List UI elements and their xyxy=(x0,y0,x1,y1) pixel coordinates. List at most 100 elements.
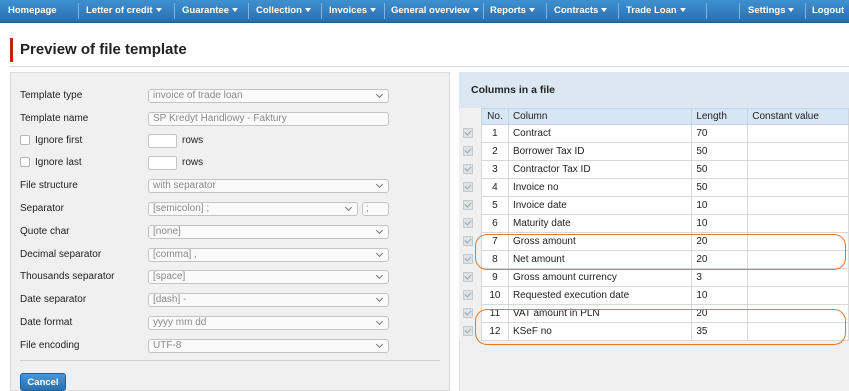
checkmark-icon xyxy=(463,326,473,337)
page-title: Preview of file template xyxy=(20,41,187,58)
row-no: 11 xyxy=(480,304,509,323)
row-no: 6 xyxy=(480,214,509,233)
checkmark-icon xyxy=(463,164,473,175)
chevron-down-icon xyxy=(528,8,535,13)
nav-letter-of-credit[interactable]: Letter of credit xyxy=(86,0,162,22)
decimal-separator-select[interactable]: [comma] , xyxy=(148,248,389,262)
top-nav: Homepage Letter of credit Guarantee Coll… xyxy=(0,0,849,23)
row-checkbox[interactable] xyxy=(459,304,482,323)
row-checkbox[interactable] xyxy=(459,322,482,341)
nav-contracts[interactable]: Contracts xyxy=(554,0,608,22)
table-row: 9 Gross amount currency 3 xyxy=(459,268,849,287)
date-separator-select[interactable]: [dash] - xyxy=(148,293,389,307)
table-row: 3 Contractor Tax ID 50 xyxy=(459,160,849,179)
nav-separator xyxy=(546,3,547,19)
row-column-name: Maturity date xyxy=(507,214,693,233)
template-name-input[interactable]: SP Kredyt Handlowy - Faktury xyxy=(148,112,389,126)
template-name-label: Template name xyxy=(20,113,89,124)
nav-separator xyxy=(483,3,484,19)
ignore-last-checkbox[interactable] xyxy=(20,157,30,167)
checkmark-icon xyxy=(463,272,473,283)
custom-separator-input[interactable]: ; xyxy=(362,202,389,216)
chevron-down-icon xyxy=(344,203,353,212)
nav-separator xyxy=(78,3,79,19)
chevron-down-icon xyxy=(232,8,238,13)
row-column-name: Gross amount currency xyxy=(507,268,693,287)
row-column-name: VAT amount in PLN xyxy=(507,304,693,323)
nav-reports[interactable]: Reports xyxy=(490,0,535,22)
row-constant-value xyxy=(747,304,849,323)
row-length: 50 xyxy=(691,178,749,197)
nav-general-overview[interactable]: General overview xyxy=(391,0,479,22)
row-length: 10 xyxy=(691,214,749,233)
row-no: 10 xyxy=(480,286,509,305)
thousands-separator-select[interactable]: [space] xyxy=(148,270,389,284)
date-format-select[interactable]: yyyy mm dd xyxy=(148,316,389,330)
chevron-down-icon xyxy=(370,8,377,13)
table-row: 12 KSeF no 35 xyxy=(459,322,849,341)
thousands-separator-label: Thousands separator xyxy=(20,271,115,282)
columns-table-body: 1 Contract 70 2 Borrower Tax ID 50 3 Contractor… xyxy=(459,124,849,341)
row-checkbox[interactable] xyxy=(459,250,482,269)
quote-char-select[interactable]: [none] xyxy=(148,225,389,239)
ignore-first-label: Ignore first xyxy=(35,135,83,146)
template-type-select[interactable]: invoice of trade loan xyxy=(148,89,389,103)
row-checkbox[interactable] xyxy=(459,178,482,197)
row-length: 35 xyxy=(691,322,749,341)
quote-char-label: Quote char xyxy=(20,226,70,237)
checkmark-icon xyxy=(463,182,473,193)
separator-select[interactable]: [semicolon] ; xyxy=(148,202,358,216)
nav-invoices[interactable]: Invoices xyxy=(329,0,377,22)
row-length: 20 xyxy=(691,250,749,269)
nav-trade-loan[interactable]: Trade Loan xyxy=(626,0,686,22)
row-checkbox[interactable] xyxy=(459,124,482,143)
row-length: 10 xyxy=(691,196,749,215)
nav-settings[interactable]: Settings xyxy=(748,0,795,22)
row-no: 12 xyxy=(480,322,509,341)
row-constant-value xyxy=(747,142,849,161)
chevron-down-icon xyxy=(601,8,608,13)
row-checkbox[interactable] xyxy=(459,232,482,251)
row-length: 50 xyxy=(691,160,749,179)
row-constant-value xyxy=(747,322,849,341)
nav-collection[interactable]: Collection xyxy=(256,0,311,22)
file-encoding-select[interactable]: UTF-8 xyxy=(148,339,389,353)
row-checkbox[interactable] xyxy=(459,142,482,161)
ignore-first-checkbox[interactable] xyxy=(20,135,30,145)
checkbox-header xyxy=(459,108,482,125)
chevron-down-icon xyxy=(375,226,384,235)
checkmark-icon xyxy=(463,200,473,211)
ignore-first-rows-input[interactable] xyxy=(148,134,177,148)
checkmark-icon xyxy=(463,128,473,139)
checkmark-icon xyxy=(463,254,473,265)
row-checkbox[interactable] xyxy=(459,196,482,215)
checkmark-icon xyxy=(463,290,473,301)
table-row: 4 Invoice no 50 xyxy=(459,178,849,197)
nav-logout[interactable]: Logout xyxy=(812,0,844,22)
row-column-name: Borrower Tax ID xyxy=(507,142,693,161)
file-encoding-label: File encoding xyxy=(20,340,80,351)
table-row: 7 Gross amount 20 xyxy=(459,232,849,251)
row-checkbox[interactable] xyxy=(459,286,482,305)
nav-homepage[interactable]: Homepage xyxy=(8,0,57,22)
row-column-name: Gross amount xyxy=(507,232,693,251)
row-constant-value xyxy=(747,286,849,305)
ignore-last-rows-input[interactable] xyxy=(148,156,177,170)
row-checkbox[interactable] xyxy=(459,160,482,179)
row-checkbox[interactable] xyxy=(459,214,482,233)
date-format-label: Date format xyxy=(20,317,73,328)
row-length: 3 xyxy=(691,268,749,287)
row-no: 3 xyxy=(480,160,509,179)
row-constant-value xyxy=(747,232,849,251)
file-structure-select[interactable]: with separator xyxy=(148,179,389,193)
nav-guarantee[interactable]: Guarantee xyxy=(182,0,238,22)
row-length: 10 xyxy=(691,286,749,305)
cancel-button[interactable]: Cancel xyxy=(20,373,66,391)
header-length: Length xyxy=(691,108,749,125)
checkmark-icon xyxy=(463,146,473,157)
row-length: 20 xyxy=(691,232,749,251)
row-column-name: Contract xyxy=(507,124,693,143)
table-row: 6 Maturity date 10 xyxy=(459,214,849,233)
row-checkbox[interactable] xyxy=(459,268,482,287)
nav-separator xyxy=(739,3,740,19)
